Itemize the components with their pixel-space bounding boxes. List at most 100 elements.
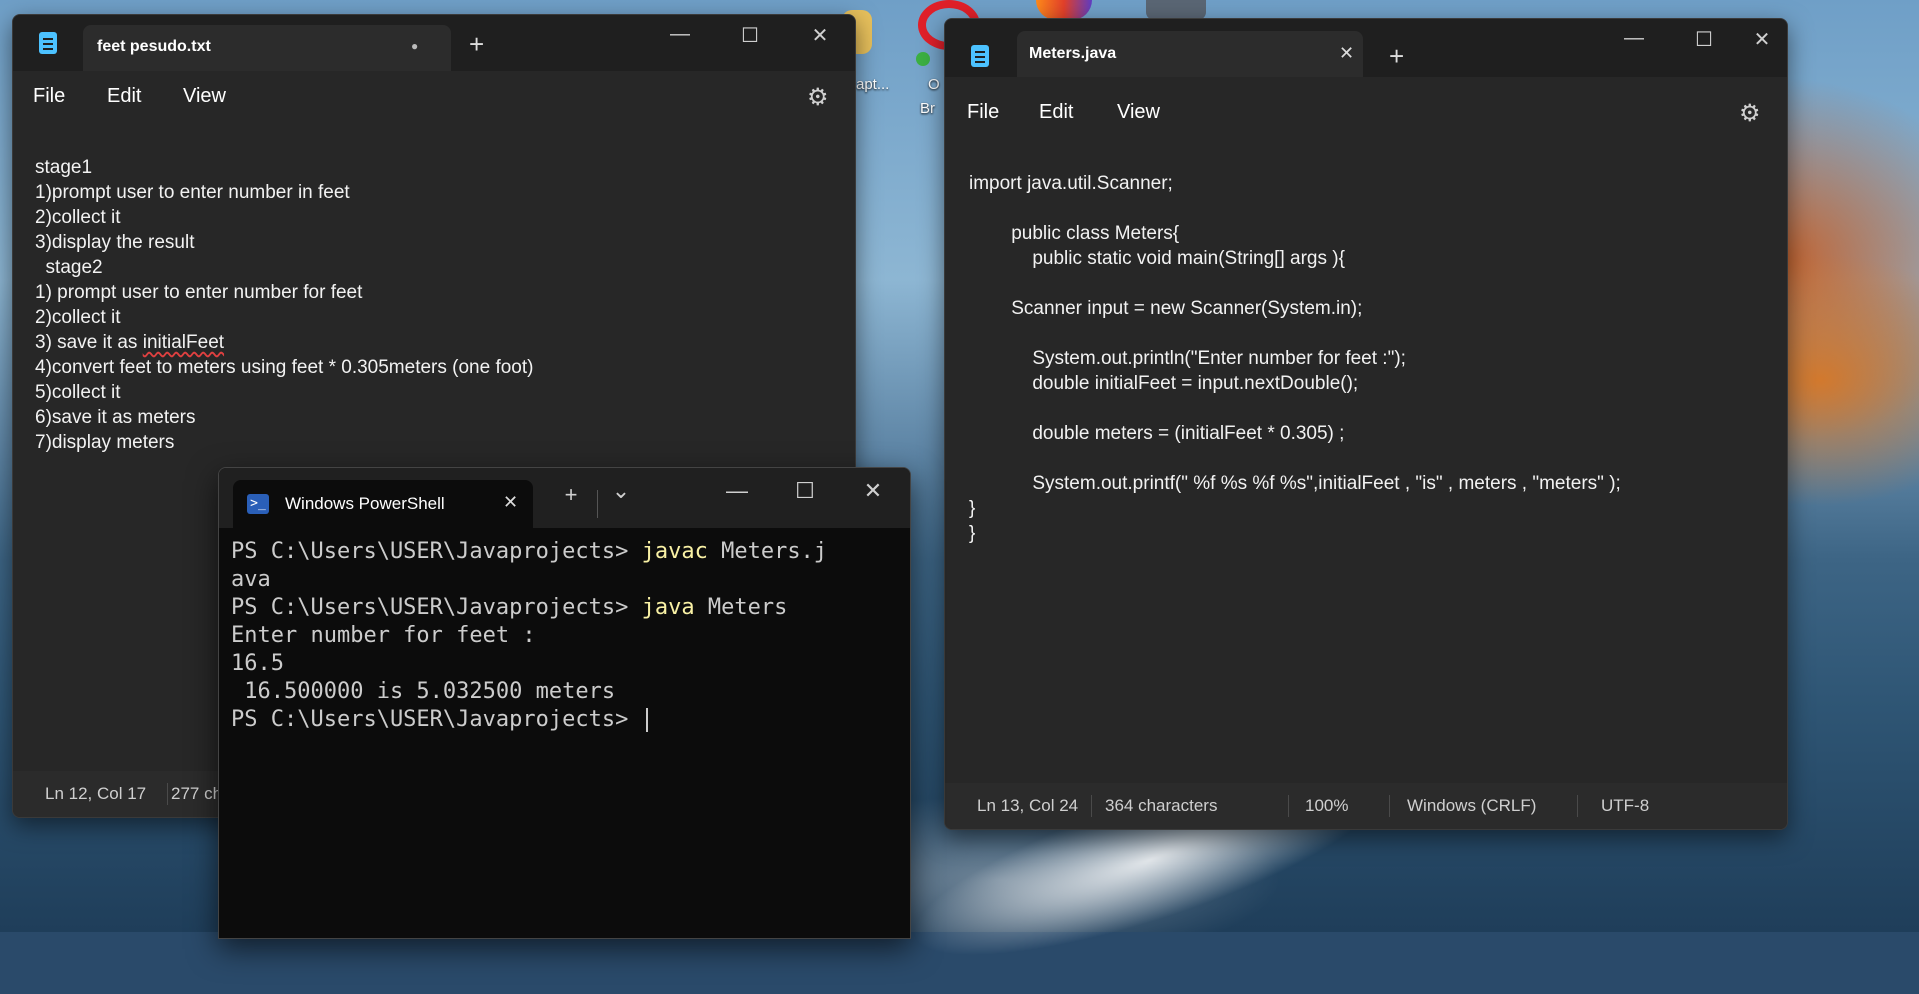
prompt-text: PS C:\Users\USER\Javaprojects> (231, 595, 642, 620)
settings-gear-icon[interactable]: ⚙ (1739, 99, 1761, 128)
terminal-line: PS C:\Users\USER\Javaprojects> (231, 706, 900, 734)
text-cursor (645, 708, 648, 732)
editor-line: Scanner input = new Scanner(System.in); (969, 298, 1363, 319)
menu-view[interactable]: View (1117, 101, 1160, 124)
status-divider (1577, 795, 1578, 817)
editor-line: System.out.println("Enter number for fee… (969, 348, 1406, 369)
editor-line: stage2 (35, 257, 103, 278)
tab-title: Windows PowerShell (285, 494, 445, 513)
tab-title: Meters.java (1029, 45, 1117, 62)
editor-line: 3) save it as initialFeet (35, 330, 855, 355)
minimize-button[interactable]: — (717, 478, 757, 504)
tab-title: feet pesudo.txt (97, 38, 211, 55)
menu-bar: File Edit View ⚙ (13, 71, 855, 123)
check-badge-icon (916, 52, 930, 66)
prompt-text: PS C:\Users\USER\Javaprojects> (231, 539, 642, 564)
powershell-window: >_ Windows PowerShell ✕ + ⌄ — ☐ ✕ PS C:\… (218, 467, 911, 939)
command-argument: Meters.j (707, 539, 828, 564)
status-bar: Ln 13, Col 24 364 characters 100% Window… (945, 783, 1787, 829)
status-divider (1091, 795, 1092, 817)
status-divider (1389, 795, 1390, 817)
minimize-button[interactable]: — (657, 23, 703, 46)
terminal-line: 16.5 (231, 651, 284, 676)
desktop-icon-label[interactable]: apt... (856, 76, 889, 93)
misspelled-word[interactable]: initialFeet (143, 332, 224, 353)
menu-edit[interactable]: Edit (1039, 101, 1073, 124)
new-tab-button[interactable]: + (1389, 41, 1404, 72)
editor-line: 7)display meters (35, 432, 175, 453)
tab-divider (597, 490, 598, 518)
menu-bar: File Edit View ⚙ (945, 87, 1787, 139)
line-ending[interactable]: Windows (CRLF) (1407, 796, 1536, 816)
editor-line: 4)convert feet to meters using feet * 0.… (35, 357, 534, 378)
new-tab-button[interactable]: + (469, 29, 484, 60)
zoom-level[interactable]: 100% (1305, 796, 1348, 816)
maximize-button[interactable]: ☐ (1681, 27, 1727, 52)
close-tab-icon[interactable]: ✕ (1339, 43, 1354, 64)
character-count: 364 characters (1105, 796, 1218, 815)
app-icon[interactable] (1146, 0, 1206, 20)
editor-line: 3)display the result (35, 232, 195, 253)
close-button[interactable]: ✕ (1739, 27, 1785, 52)
status-divider (167, 783, 168, 805)
tab-feet-pesudo[interactable]: feet pesudo.txt ● (83, 25, 451, 71)
character-count: 277 ch (171, 784, 223, 803)
maximize-button[interactable]: ☐ (727, 23, 773, 48)
encoding[interactable]: UTF-8 (1601, 796, 1649, 816)
powershell-icon: >_ (247, 494, 269, 514)
editor-line: } (969, 523, 976, 544)
status-divider (1288, 795, 1289, 817)
command-keyword: java (641, 595, 695, 620)
editor-line: 6)save it as meters (35, 407, 196, 428)
desktop-icon-label[interactable]: O (928, 76, 940, 93)
terminal-output[interactable]: PS C:\Users\USER\Javaprojects> javac Met… (231, 538, 900, 734)
maximize-button[interactable]: ☐ (785, 478, 825, 504)
close-tab-icon[interactable]: ✕ (503, 492, 518, 513)
title-bar[interactable]: Meters.java ✕ + — ☐ ✕ (945, 19, 1787, 77)
menu-view[interactable]: View (183, 85, 226, 108)
editor-line: import java.util.Scanner; (969, 173, 1173, 194)
notepad-app-icon (39, 32, 57, 54)
code-editor[interactable]: import java.util.Scanner; public class M… (945, 139, 1787, 761)
command-keyword: javac (641, 539, 708, 564)
editor-line-text: 3) save it as (35, 332, 143, 353)
close-button[interactable]: ✕ (853, 478, 893, 504)
title-bar[interactable]: feet pesudo.txt ● + — ☐ ✕ (13, 15, 855, 71)
terminal-line: ava (231, 567, 271, 592)
editor-line: 2)collect it (35, 307, 121, 328)
notepad-window-meters-java: Meters.java ✕ + — ☐ ✕ File Edit View ⚙ i… (944, 18, 1788, 830)
desktop-icon-label[interactable]: Br (920, 100, 935, 117)
terminal-line: PS C:\Users\USER\Javaprojects> javac Met… (231, 538, 900, 566)
editor-line: 1)prompt user to enter number in feet (35, 182, 350, 203)
tab-windows-powershell[interactable]: >_ Windows PowerShell ✕ (233, 480, 533, 528)
editor-line: System.out.printf(" %f %s %f %s",initial… (969, 473, 1621, 494)
minimize-button[interactable]: — (1611, 27, 1657, 50)
command-argument: Meters (694, 595, 788, 620)
unsaved-dot-icon[interactable]: ● (411, 39, 418, 53)
terminal-line: Enter number for feet : (231, 623, 536, 648)
terminal-line: 16.500000 is 5.032500 meters (231, 679, 616, 704)
menu-file[interactable]: File (967, 101, 999, 124)
cursor-position: Ln 13, Col 24 (977, 796, 1079, 815)
menu-file[interactable]: File (33, 85, 65, 108)
editor-line: public class Meters{ (969, 223, 1180, 244)
cursor-position: Ln 12, Col 17 (45, 784, 147, 803)
settings-gear-icon[interactable]: ⚙ (807, 83, 829, 112)
editor-line: 5)collect it (35, 382, 121, 403)
menu-edit[interactable]: Edit (107, 85, 141, 108)
prompt-text: PS C:\Users\USER\Javaprojects> (231, 707, 642, 732)
title-bar[interactable]: >_ Windows PowerShell ✕ + ⌄ — ☐ ✕ (219, 468, 910, 528)
close-button[interactable]: ✕ (797, 23, 843, 48)
notepad-app-icon (971, 45, 989, 67)
chevron-down-icon[interactable]: ⌄ (601, 478, 641, 504)
tab-meters-java[interactable]: Meters.java ✕ (1017, 31, 1363, 77)
editor-line: 2)collect it (35, 207, 121, 228)
editor-line: } (969, 498, 976, 519)
terminal-line: PS C:\Users\USER\Javaprojects> java Mete… (231, 594, 900, 622)
new-tab-button[interactable]: + (551, 482, 591, 508)
editor-line: stage1 (35, 157, 93, 178)
